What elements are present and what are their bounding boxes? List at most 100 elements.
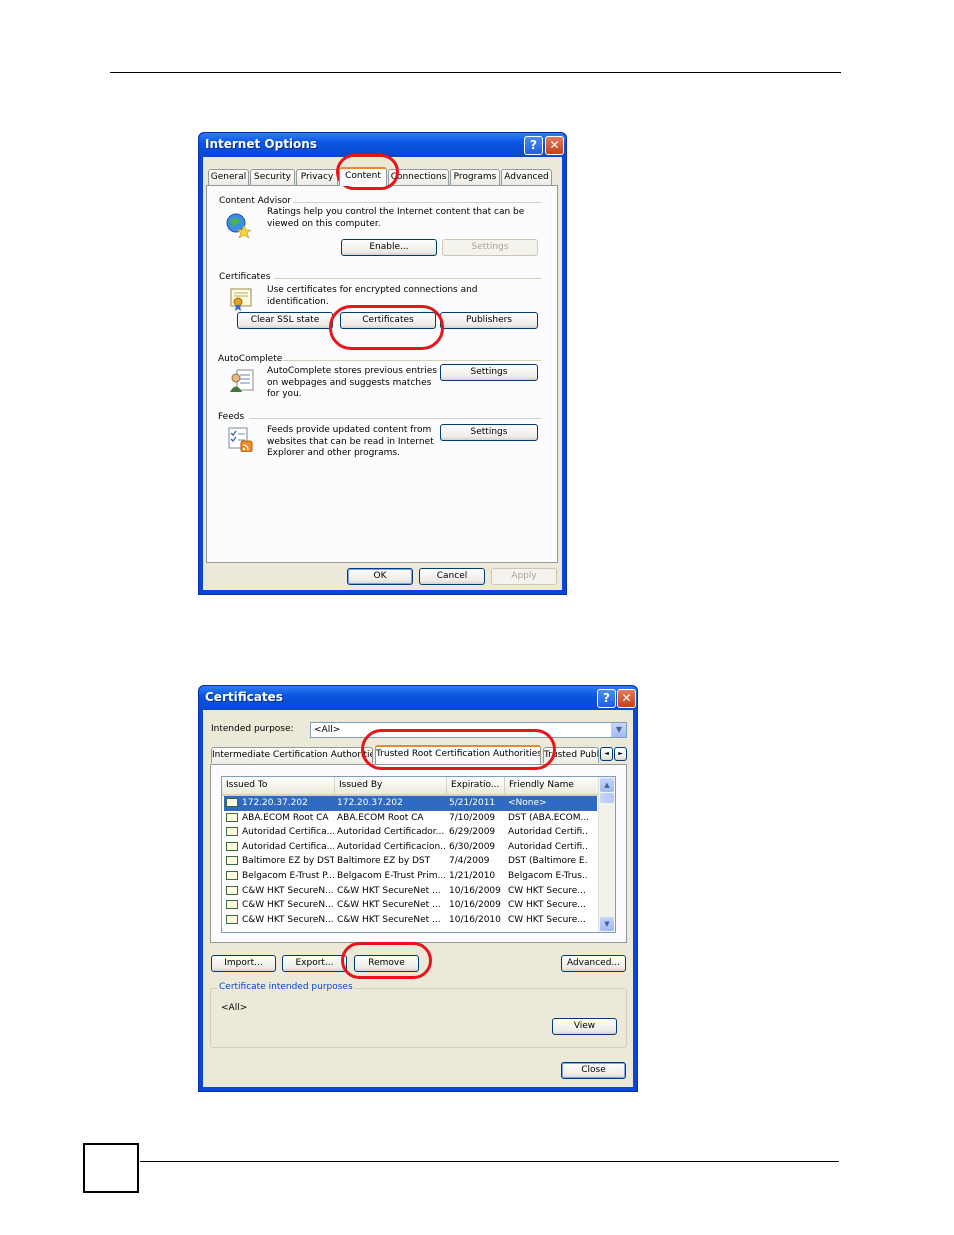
content-advisor-description: Ratings help you control the Internet co… bbox=[267, 207, 525, 229]
internet-options-client: General Security Privacy Content Connect… bbox=[203, 157, 562, 590]
table-row[interactable]: Autoridad Certifica... Autoridad Certific… bbox=[224, 840, 597, 855]
publishers-button[interactable]: Publishers bbox=[440, 312, 538, 329]
table-cell: 5/21/2011 bbox=[449, 798, 496, 808]
scroll-thumb[interactable] bbox=[600, 793, 614, 803]
table-cell: C&W HKT SecureN... bbox=[242, 885, 334, 896]
autocomplete-heading: AutoComplete bbox=[218, 354, 283, 364]
table-row[interactable]: C&W HKT SecureN... C&W HKT SecureNet ... 1… bbox=[224, 898, 597, 913]
certificate-list[interactable]: Issued To Issued By Expiratio... Friendl… bbox=[221, 776, 616, 933]
intended-purpose-label: Intended purpose: bbox=[211, 724, 294, 734]
column-expiration[interactable]: Expiratio... bbox=[447, 777, 505, 794]
table-cell: 172.20.37.202 bbox=[337, 798, 403, 808]
globe-star-icon bbox=[226, 213, 251, 238]
tab-content[interactable]: Content bbox=[339, 167, 387, 186]
table-cell: C&W HKT SecureNet ... bbox=[337, 914, 441, 925]
table-cell: 1/21/2010 bbox=[449, 871, 496, 881]
certificates-heading: Certificates bbox=[219, 272, 271, 282]
advanced-button[interactable]: Advanced... bbox=[561, 955, 626, 972]
feeds-description: Feeds provide updated content from websi… bbox=[267, 425, 434, 458]
content-tab-panel: Content Advisor Ratings help you control… bbox=[206, 185, 558, 563]
table-cell: Baltimore EZ by DST bbox=[242, 856, 334, 867]
tab-advanced[interactable]: Advanced bbox=[501, 169, 552, 185]
certificates-client: Intended purpose: <All> ▼ Intermediate C… bbox=[203, 710, 633, 1087]
chevron-down-icon[interactable]: ▼ bbox=[611, 723, 626, 737]
table-cell: 10/16/2009 bbox=[449, 885, 501, 896]
table-cell: C&W HKT SecureN... bbox=[242, 900, 334, 911]
tab-privacy[interactable]: Privacy bbox=[296, 169, 338, 185]
column-issued-by[interactable]: Issued By bbox=[335, 777, 447, 794]
certificate-icon bbox=[226, 798, 238, 807]
list-scrollbar[interactable]: ▲ ▼ bbox=[598, 777, 615, 932]
help-icon[interactable]: ? bbox=[524, 136, 543, 155]
certificate-icon bbox=[226, 914, 238, 924]
internet-options-titlebar[interactable]: Internet Options ? ✕ bbox=[199, 133, 566, 157]
table-cell: ABA.ECOM Root CA bbox=[337, 812, 424, 823]
table-row[interactable]: Belgacom E-Trust P... Belgacom E-Trust Pr… bbox=[224, 869, 597, 884]
help-icon[interactable]: ? bbox=[597, 689, 616, 708]
table-cell: Autoridad Certificador... bbox=[337, 827, 445, 838]
table-cell: DST (ABA.ECOM... bbox=[508, 812, 588, 823]
column-issued-to[interactable]: Issued To bbox=[222, 777, 335, 794]
table-cell: Autoridad Certifica... bbox=[242, 841, 334, 852]
remove-button[interactable]: Remove bbox=[354, 955, 419, 972]
apply-button[interactable]: Apply bbox=[491, 568, 557, 585]
table-cell: Autoridad Certifica... bbox=[242, 827, 334, 838]
column-friendly-name[interactable]: Friendly Name bbox=[505, 777, 600, 794]
table-cell: <None> bbox=[508, 798, 547, 808]
table-row[interactable]: C&W HKT SecureN... C&W HKT SecureNet ... 1… bbox=[224, 884, 597, 899]
table-cell: 6/30/2009 bbox=[449, 841, 496, 852]
view-button[interactable]: View bbox=[552, 1018, 617, 1035]
close-icon[interactable]: ✕ bbox=[545, 136, 564, 155]
table-cell: CW HKT Secure... bbox=[508, 885, 586, 896]
certificate-icon bbox=[226, 885, 238, 895]
tab-security[interactable]: Security bbox=[250, 169, 295, 185]
cancel-button[interactable]: Cancel bbox=[419, 568, 485, 585]
table-row[interactable]: C&W HKT SecureN... C&W HKT SecureNet ... 1… bbox=[224, 913, 597, 928]
clear-ssl-state-button[interactable]: Clear SSL state bbox=[237, 312, 333, 329]
enable-button[interactable]: Enable... bbox=[341, 239, 437, 256]
intended-purpose-select[interactable]: <All> ▼ bbox=[310, 722, 627, 738]
autocomplete-settings-button[interactable]: Settings bbox=[440, 364, 538, 381]
page-footer-rule bbox=[140, 1161, 839, 1162]
table-row[interactable]: 172.20.37.202 172.20.37.202 5/21/2011 <None… bbox=[224, 796, 597, 811]
tab-scroll-left-icon[interactable]: ◄ bbox=[600, 747, 613, 761]
tab-general[interactable]: General bbox=[208, 169, 249, 185]
scroll-down-icon[interactable]: ▼ bbox=[600, 917, 614, 931]
content-advisor-settings-button[interactable]: Settings bbox=[442, 239, 538, 256]
table-cell: C&W HKT SecureN... bbox=[242, 914, 334, 925]
close-button[interactable]: Close bbox=[561, 1062, 626, 1079]
table-cell: 10/16/2010 bbox=[449, 914, 501, 925]
tab-intermediate-ca[interactable]: Intermediate Certification Authorities bbox=[211, 747, 373, 763]
import-button[interactable]: Import... bbox=[211, 955, 276, 972]
tab-scroll-right-icon[interactable]: ► bbox=[614, 747, 627, 761]
certificates-button[interactable]: Certificates bbox=[340, 312, 436, 329]
table-row[interactable]: Autoridad Certifica... Autoridad Certific… bbox=[224, 825, 597, 840]
scroll-up-icon[interactable]: ▲ bbox=[600, 778, 614, 792]
tab-programs[interactable]: Programs bbox=[450, 169, 500, 185]
tab-trusted-root-ca[interactable]: Trusted Root Certification Authorities bbox=[375, 745, 541, 764]
table-cell: 172.20.37.202 bbox=[242, 798, 308, 808]
certificates-titlebar[interactable]: Certificates ? ✕ bbox=[199, 686, 637, 710]
table-cell: C&W HKT SecureNet ... bbox=[337, 885, 441, 896]
table-row[interactable]: Baltimore EZ by DST Baltimore EZ by DST 7/… bbox=[224, 854, 597, 869]
table-cell: Belgacom E-Trust Prim... bbox=[337, 871, 445, 881]
table-row[interactable]: ABA.ECOM Root CA ABA.ECOM Root CA 7/10/200… bbox=[224, 811, 597, 826]
certificate-icon bbox=[226, 871, 238, 880]
tab-trusted-publishers[interactable]: Trusted Publ bbox=[543, 747, 599, 763]
export-button[interactable]: Export... bbox=[282, 955, 347, 972]
ok-button[interactable]: OK bbox=[347, 568, 413, 585]
feeds-settings-button[interactable]: Settings bbox=[440, 424, 538, 441]
intended-purpose-value: <All> bbox=[314, 725, 341, 735]
internet-options-window: Internet Options ? ✕ General Security Pr… bbox=[198, 132, 567, 595]
close-icon[interactable]: ✕ bbox=[617, 689, 636, 708]
table-cell: Autoridad Certifi... bbox=[508, 827, 588, 838]
group-divider bbox=[293, 202, 541, 203]
group-divider bbox=[274, 278, 541, 279]
certificate-icon bbox=[230, 288, 252, 311]
page-number-box bbox=[83, 1143, 139, 1193]
window-title: Internet Options bbox=[205, 137, 317, 151]
tab-connections[interactable]: Connections bbox=[388, 169, 449, 185]
intended-purposes-value: <All> bbox=[221, 1003, 248, 1013]
table-cell: Autoridad Certificacion... bbox=[337, 841, 445, 852]
intended-purposes-group: Certificate intended purposes <All> View bbox=[210, 982, 627, 1048]
